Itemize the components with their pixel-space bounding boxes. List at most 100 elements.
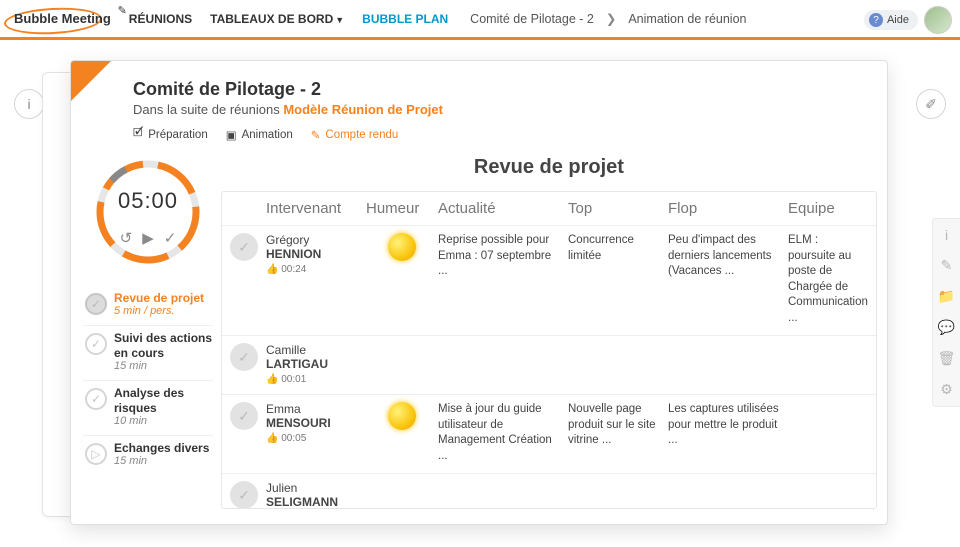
clipboard-icon: 🗹 — [133, 125, 143, 144]
agenda-item[interactable]: ✓ Analyse des risques10 min — [83, 380, 213, 435]
timer: 05:00 ↺ ▶ ✓ — [92, 156, 204, 268]
row-check-icon[interactable]: ✓ — [230, 343, 258, 371]
timer-done-icon[interactable]: ✓ — [164, 229, 177, 247]
agenda-item-meta: 15 min — [114, 360, 213, 372]
agenda-item-title: Revue de projet — [114, 291, 204, 305]
nav-reunions[interactable]: RÉUNIONS — [129, 12, 192, 26]
primary-nav: RÉUNIONS TABLEAUX DE BORD▼ BUBBLE PLAN — [129, 12, 448, 26]
trash-icon[interactable]: 🗑 — [938, 350, 956, 367]
stage-tabs: 🗹 Préparation ▣ Animation ✎ Compte rendu — [133, 125, 863, 144]
main-column: Revue de projet Intervenant Humeur Actua… — [221, 150, 877, 509]
report-icon: ✎ — [311, 128, 321, 142]
breadcrumb-item-2[interactable]: Animation de réunion — [628, 12, 746, 26]
timer-value: 05:00 — [92, 188, 204, 214]
col-top: Top — [568, 200, 668, 217]
check-icon: ✓ — [85, 388, 107, 410]
presentation-icon: ▣ — [226, 128, 237, 142]
cell-actualite: Mise à jour du guide utilisateur de Mana… — [438, 402, 568, 464]
nav-dashboards[interactable]: TABLEAUX DE BORD▼ — [210, 12, 344, 26]
meeting-title: Comité de Pilotage - 2 — [133, 79, 863, 100]
info-icon[interactable]: i — [945, 227, 948, 243]
chat-icon[interactable]: 💬 — [938, 319, 955, 336]
tab-animation-label: Animation — [242, 129, 293, 141]
tab-compte-rendu[interactable]: ✎ Compte rendu — [311, 125, 399, 144]
help-label: Aide — [887, 14, 909, 26]
card-header: Comité de Pilotage - 2 Dans la suite de … — [71, 61, 887, 150]
row-check-icon[interactable]: ✓ — [230, 402, 258, 430]
chevron-right-icon: ❯ — [606, 11, 616, 26]
meeting-subtitle: Dans la suite de réunions Modèle Réunion… — [133, 102, 863, 117]
meeting-series-link[interactable]: Modèle Réunion de Projet — [283, 102, 443, 117]
tab-compte-rendu-label: Compte rendu — [325, 129, 398, 141]
agenda-item-meta: 10 min — [114, 415, 213, 427]
cell-humeur — [366, 233, 438, 261]
row-check-icon[interactable]: ✓ — [230, 481, 258, 509]
tab-preparation[interactable]: 🗹 Préparation — [133, 125, 208, 144]
check-icon: ✓ — [85, 293, 107, 315]
agenda-list: ✓Revue de projet5 min / pers.✓Suivi des … — [83, 286, 213, 475]
info-button[interactable]: i — [14, 89, 44, 119]
left-column: 05:00 ↺ ▶ ✓ ✓ Revue de projet5 min / pers… — [83, 150, 213, 509]
agenda-item[interactable]: ✓Suivi des actions en cours15 min — [83, 325, 213, 380]
table-row[interactable]: ✓ JulienSELIGMANN👍 00:01 — [222, 473, 876, 509]
agenda-item-meta: 5 min / pers. — [114, 305, 204, 317]
cell-humeur — [366, 402, 438, 430]
edit-note-button[interactable]: ✐ — [916, 89, 946, 119]
help-icon: ? — [869, 13, 883, 27]
edit-icon[interactable]: ✎ — [941, 257, 953, 274]
agenda-item-title: Analyse des risques — [114, 386, 213, 415]
section-title: Revue de projet — [221, 156, 877, 179]
nav-bubble-plan[interactable]: BUBBLE PLAN — [362, 12, 448, 26]
cell-top: Nouvelle page produit sur le site vitrin… — [568, 402, 668, 449]
table-row[interactable]: ✓GrégoryHENNION👍 00:24Reprise possible p… — [222, 225, 876, 335]
col-actualite: Actualité — [438, 200, 568, 217]
logo[interactable]: Bubble Meeting ✎ — [8, 10, 117, 28]
sun-icon — [388, 402, 416, 430]
cell-flop: Peu d'impact des derniers lancements (Va… — [668, 233, 788, 280]
col-intervenant: Intervenant — [266, 200, 366, 217]
agenda-item[interactable]: ✓ Revue de projet5 min / pers. — [83, 286, 213, 325]
timer-play-icon[interactable]: ▶ — [142, 229, 154, 247]
cell-intervenant: EmmaMENSOURI👍 00:05 — [266, 402, 366, 444]
col-flop: Flop — [668, 200, 788, 217]
play-icon: ▷ — [85, 443, 107, 465]
duration: 👍 00:24 — [266, 264, 366, 275]
stage: i 🗎 ✐ Comité de Pilotage - 2 Dans la sui… — [0, 50, 960, 540]
grid-header: Intervenant Humeur Actualité Top Flop Eq… — [222, 192, 876, 225]
pencil-icon: ✎ — [118, 4, 127, 17]
top-bar: Bubble Meeting ✎ RÉUNIONS TABLEAUX DE BO… — [0, 0, 960, 40]
cell-actualite: Reprise possible pour Emma : 07 septembr… — [438, 233, 568, 280]
timer-reset-icon[interactable]: ↺ — [120, 229, 133, 247]
cell-flop: Les captures utilisées pour mettre le pr… — [668, 402, 788, 449]
sun-icon — [388, 233, 416, 261]
caret-down-icon: ▼ — [335, 15, 344, 25]
cell-intervenant: JulienSELIGMANN👍 00:01 — [266, 481, 366, 509]
col-humeur: Humeur — [366, 200, 438, 217]
agenda-item-title: Suivi des actions en cours — [114, 331, 213, 360]
help-button[interactable]: ? Aide — [864, 10, 918, 30]
breadcrumb: Comité de Pilotage - 2 ❯ Animation de ré… — [470, 11, 746, 26]
agenda-item-title: Echanges divers — [114, 441, 209, 455]
speakers-grid: Intervenant Humeur Actualité Top Flop Eq… — [221, 191, 877, 509]
topbar-right: ? Aide — [864, 6, 952, 34]
tab-preparation-label: Préparation — [148, 129, 207, 141]
card-corner-accent — [71, 61, 111, 101]
row-check-icon[interactable]: ✓ — [230, 233, 258, 261]
thumb-icon: 👍 — [266, 374, 278, 385]
settings-icon[interactable]: ⚙ — [940, 381, 953, 398]
avatar[interactable] — [924, 6, 952, 34]
cell-equipe: ELM : poursuite au poste de Chargée de C… — [788, 233, 868, 326]
table-row[interactable]: ✓CamilleLARTIGAU👍 00:01 — [222, 335, 876, 394]
agenda-item[interactable]: ▷Echanges divers15 min — [83, 435, 213, 475]
duration: 👍 00:05 — [266, 433, 366, 444]
breadcrumb-item-1[interactable]: Comité de Pilotage - 2 — [470, 12, 594, 26]
tab-animation[interactable]: ▣ Animation — [226, 125, 293, 144]
logo-text: Bubble Meeting — [8, 11, 117, 26]
thumb-icon: 👍 — [266, 433, 278, 444]
col-equipe: Equipe — [788, 200, 868, 217]
right-toolbar: i ✎ 📁 💬 🗑 ⚙ — [932, 218, 960, 407]
folder-icon[interactable]: 📁 — [938, 288, 955, 305]
thumb-icon: 👍 — [266, 264, 278, 275]
duration: 👍 00:01 — [266, 374, 366, 385]
table-row[interactable]: ✓ EmmaMENSOURI👍 00:05 Mise à jour du guide… — [222, 394, 876, 473]
